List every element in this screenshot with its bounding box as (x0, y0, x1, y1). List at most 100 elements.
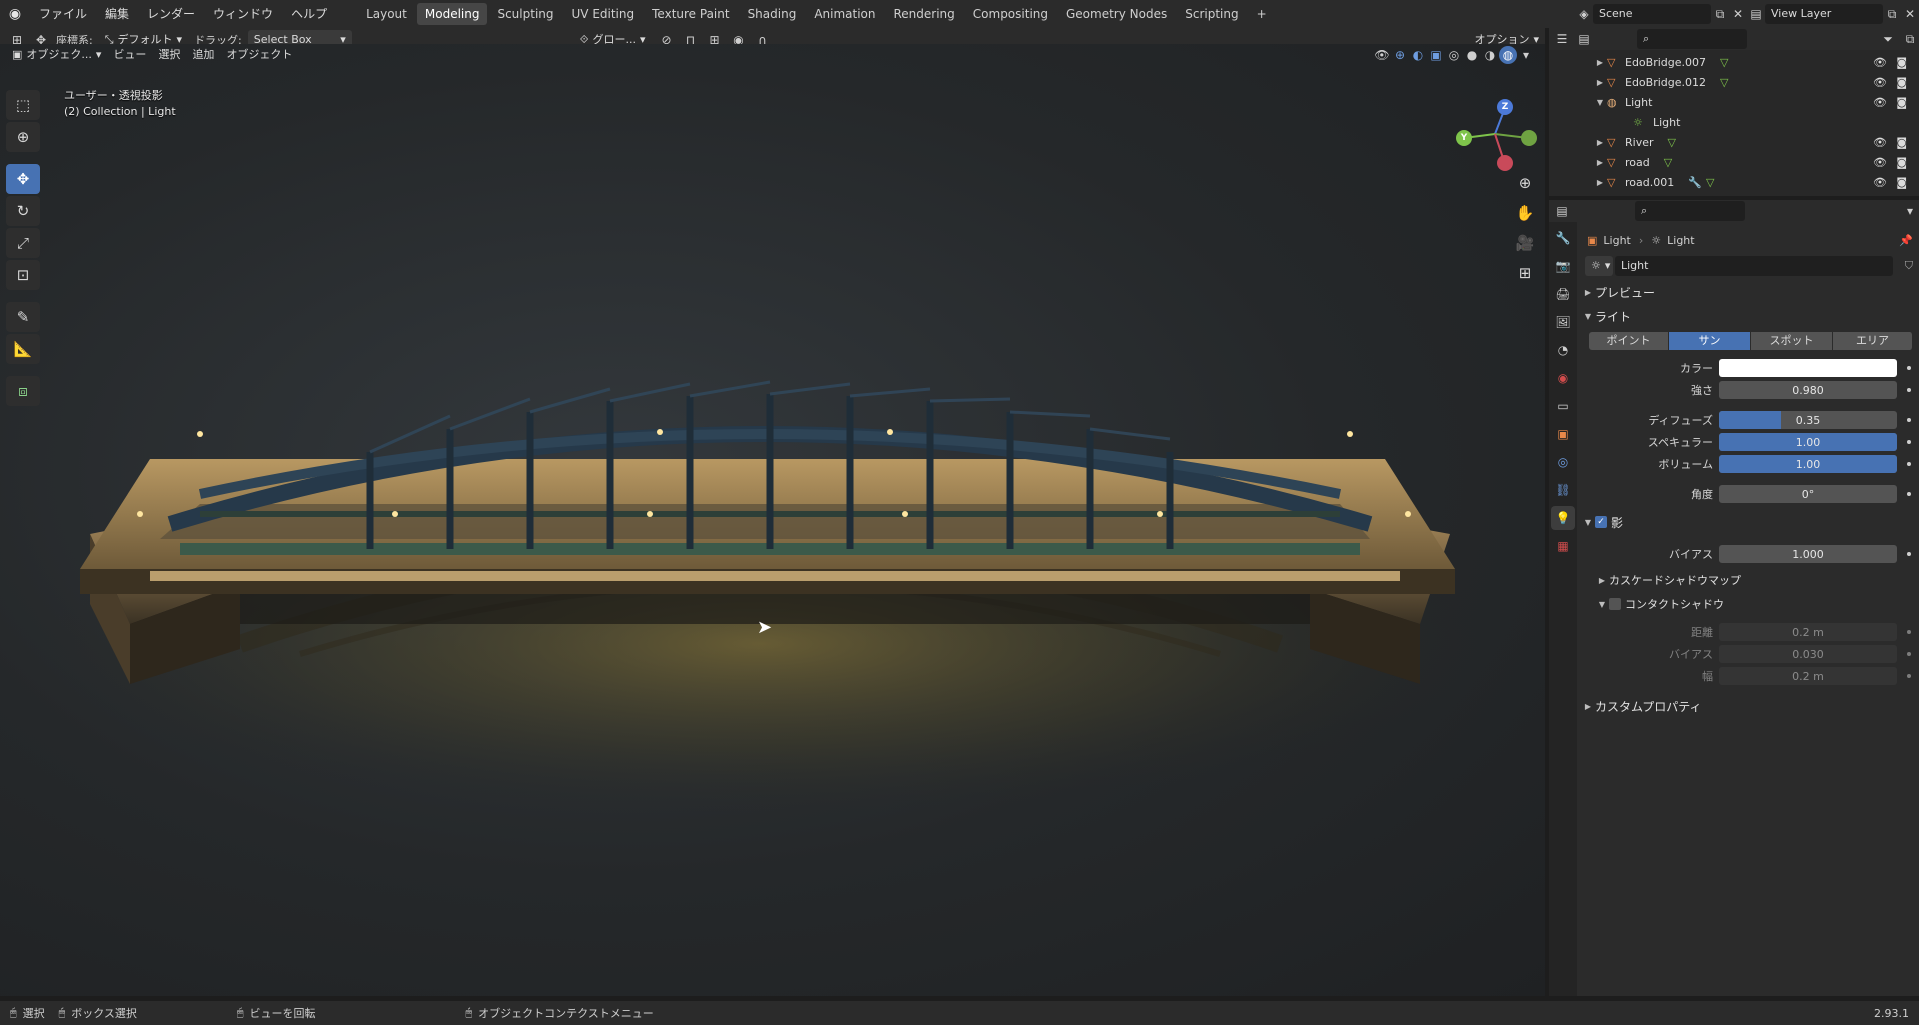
zoom-icon[interactable]: ⊕ (1512, 170, 1538, 196)
keyframe-dot-icon[interactable] (1907, 388, 1911, 392)
specular-slider[interactable]: 1.00 (1719, 433, 1897, 451)
new-scene-icon[interactable]: ⧉ (1711, 5, 1729, 23)
expand-arrow-icon[interactable]: ▶ (1593, 58, 1607, 67)
gizmo-neg-y-axis[interactable] (1521, 130, 1537, 146)
outliner-row-light-data[interactable]: ☼ Light (1549, 112, 1919, 132)
eye-icon[interactable]: 👁 (1873, 56, 1887, 69)
expand-arrow-icon[interactable]: ▶ (1593, 138, 1607, 147)
render-camera-icon[interactable]: ◙ (1896, 76, 1907, 89)
tab-rendering[interactable]: Rendering (886, 3, 963, 25)
eye-icon[interactable]: 👁 (1873, 136, 1887, 149)
eye-icon[interactable]: 👁 (1873, 76, 1887, 89)
tab-compositing[interactable]: Compositing (965, 3, 1056, 25)
new-collection-icon[interactable]: ⧉ (1901, 30, 1919, 48)
properties-search-input[interactable]: ⌕ (1635, 201, 1745, 221)
light-type-point[interactable]: ポイント (1589, 332, 1669, 350)
gizmo-x-axis[interactable] (1497, 155, 1513, 171)
object-tab-icon[interactable]: ▣ (1551, 422, 1575, 446)
physics-tab-icon[interactable]: ◎ (1551, 450, 1575, 474)
menu-render[interactable]: レンダー (138, 3, 204, 25)
expand-arrow-icon[interactable]: ▶ (1593, 178, 1607, 187)
display-mode-icon[interactable]: ▤ (1575, 30, 1593, 48)
ortho-grid-icon[interactable]: ⊞ (1512, 260, 1538, 286)
blender-logo-icon[interactable]: ◉ (0, 0, 30, 28)
output-tab-icon[interactable]: 🖨 (1551, 282, 1575, 306)
render-camera-icon[interactable]: ◙ (1896, 176, 1907, 189)
gizmo-z-axis[interactable]: Z (1497, 99, 1513, 115)
light-type-area[interactable]: エリア (1833, 332, 1913, 350)
contact-shadow-checkbox[interactable] (1609, 598, 1621, 610)
tab-scripting[interactable]: Scripting (1177, 3, 1246, 25)
delete-scene-icon[interactable]: ✕ (1729, 5, 1747, 23)
properties-editor-icon[interactable]: ▤ (1553, 202, 1571, 220)
menu-edit[interactable]: 編集 (96, 3, 138, 25)
expand-arrow-icon[interactable]: ▶ (1593, 78, 1607, 87)
diffuse-slider[interactable]: 0.35 (1719, 411, 1897, 429)
camera-view-icon[interactable]: 🎥 (1512, 230, 1538, 256)
section-custom-properties[interactable]: ▶ カスタムプロパティ (1581, 696, 1919, 716)
collapse-arrow-icon[interactable]: ▼ (1593, 98, 1607, 107)
menu-help[interactable]: ヘルプ (282, 3, 336, 25)
tab-geometry-nodes[interactable]: Geometry Nodes (1058, 3, 1175, 25)
light-type-sun[interactable]: サン (1669, 332, 1751, 350)
section-shadow[interactable]: ▼ ✓ 影 (1581, 512, 1919, 532)
gizmo-y-axis[interactable]: Y (1456, 130, 1472, 146)
keyframe-dot-icon[interactable] (1907, 630, 1911, 634)
render-camera-icon[interactable]: ◙ (1896, 56, 1907, 69)
render-camera-icon[interactable]: ◙ (1896, 96, 1907, 109)
outliner-row-edobridge-012[interactable]: ▶ ▽ EdoBridge.012 ▽ 👁 ◙ (1549, 72, 1919, 92)
texture-tab-icon[interactable]: ▦ (1551, 534, 1575, 558)
scene-selector[interactable]: Scene (1593, 4, 1711, 24)
outliner-row-road[interactable]: ▶ ▽ road ▽ 👁 ◙ (1549, 152, 1919, 172)
fake-user-shield-icon[interactable]: ⛉ (1905, 259, 1913, 273)
contact-distance-field[interactable]: 0.2 m (1719, 623, 1897, 641)
add-workspace-button[interactable]: + (1249, 3, 1275, 25)
shadow-checkbox[interactable]: ✓ (1595, 516, 1607, 528)
render-camera-icon[interactable]: ◙ (1896, 136, 1907, 149)
contact-bias-field[interactable]: 0.030 (1719, 645, 1897, 663)
filter-icon[interactable]: ⏷ (1879, 30, 1897, 48)
tab-modeling[interactable]: Modeling (416, 3, 488, 25)
volume-slider[interactable]: 1.00 (1719, 455, 1897, 473)
outliner-row-road-001[interactable]: ▶ ▽ road.001 🔧 ▽ 👁 ◙ (1549, 172, 1919, 192)
datablock-type-dropdown[interactable]: ☼ ▾ (1585, 256, 1613, 276)
view-layer-selector[interactable]: View Layer (1765, 4, 1883, 24)
menu-window[interactable]: ウィンドウ (204, 3, 282, 25)
outliner-search-input[interactable]: ⌕ (1637, 29, 1747, 49)
subsection-cascade[interactable]: ▶ カスケードシャドウマップ (1581, 570, 1919, 590)
view-layer-tab-icon[interactable]: 🖼 (1551, 310, 1575, 334)
outliner-row-edobridge-007[interactable]: ▶ ▽ EdoBridge.007 ▽ 👁 ◙ (1549, 52, 1919, 72)
tool-tab-icon[interactable]: 🔧 (1551, 226, 1575, 250)
outliner-row-light[interactable]: ▼ ◍ Light 👁 ◙ (1549, 92, 1919, 112)
section-preview[interactable]: ▶ プレビュー (1581, 282, 1919, 302)
3d-viewport[interactable]: ▣ オブジェク... ▾ ビュー 選択 追加 オブジェクト 👁 ⊕ ◐ ▣ ◎ ● … (0, 44, 1545, 996)
collection-tab-icon[interactable]: ▭ (1551, 394, 1575, 418)
tab-uv-editing[interactable]: UV Editing (564, 3, 643, 25)
angle-field[interactable]: 0° (1719, 485, 1897, 503)
expand-arrow-icon[interactable]: ▶ (1593, 158, 1607, 167)
datablock-name-field[interactable]: Light (1615, 256, 1893, 276)
tab-shading[interactable]: Shading (740, 3, 805, 25)
tab-layout[interactable]: Layout (358, 3, 415, 25)
keyframe-dot-icon[interactable] (1907, 652, 1911, 656)
keyframe-dot-icon[interactable] (1907, 440, 1911, 444)
contact-width-field[interactable]: 0.2 m (1719, 667, 1897, 685)
menu-file[interactable]: ファイル (30, 3, 96, 25)
chevron-down-icon[interactable]: ▾ (1901, 202, 1919, 220)
scene-tab-icon[interactable]: ◔ (1551, 338, 1575, 362)
constraints-tab-icon[interactable]: ⛓ (1551, 478, 1575, 502)
keyframe-dot-icon[interactable] (1907, 366, 1911, 370)
keyframe-dot-icon[interactable] (1907, 674, 1911, 678)
outliner-row-river[interactable]: ▶ ▽ River ▽ 👁 ◙ (1549, 132, 1919, 152)
light-type-spot[interactable]: スポット (1751, 332, 1833, 350)
color-swatch[interactable] (1719, 359, 1897, 377)
render-camera-icon[interactable]: ◙ (1896, 156, 1907, 169)
new-view-layer-icon[interactable]: ⧉ (1883, 5, 1901, 23)
eye-icon[interactable]: 👁 (1873, 176, 1887, 189)
outliner-editor-icon[interactable]: ☰ (1553, 30, 1571, 48)
strength-field[interactable]: 0.980 (1719, 381, 1897, 399)
light-data-tab-icon[interactable]: 💡 (1551, 506, 1575, 530)
tab-animation[interactable]: Animation (806, 3, 883, 25)
pan-hand-icon[interactable]: ✋ (1512, 200, 1538, 226)
delete-view-layer-icon[interactable]: ✕ (1901, 5, 1919, 23)
